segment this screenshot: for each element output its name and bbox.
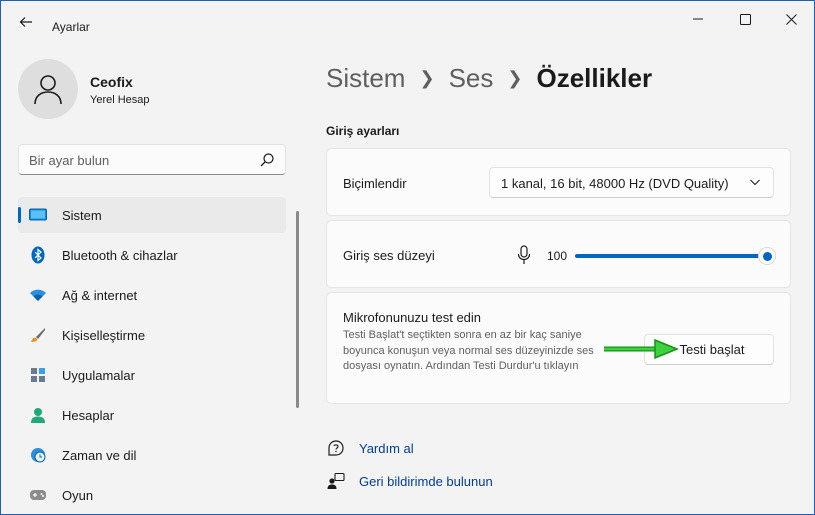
mic-test-card: Mikrofonunuzu test edin Testi Başlat't s…: [326, 292, 791, 404]
search-icon[interactable]: [259, 152, 275, 168]
feedback-icon: [326, 471, 346, 491]
gamepad-icon: [29, 486, 47, 504]
sidebar-item-bluetooth[interactable]: Bluetooth & cihazlar: [18, 237, 286, 273]
clock-globe-icon: [29, 446, 47, 464]
volume-slider-thumb[interactable]: [758, 247, 776, 265]
sidebar-item-label: Uygulamalar: [62, 368, 135, 383]
title-bar: Ayarlar: [1, 1, 814, 37]
feedback-link-label: Geri bildirimde bulunun: [359, 473, 493, 489]
brush-icon: [29, 326, 47, 344]
minimize-icon: [693, 18, 703, 20]
sidebar-item-label: Hesaplar: [62, 408, 115, 423]
avatar[interactable]: [18, 59, 78, 119]
format-card: Biçimlendir 1 kanal, 16 bit, 48000 Hz (D…: [326, 148, 791, 216]
sidebar-item-gaming[interactable]: Oyun: [18, 477, 286, 513]
sidebar-item-time-language[interactable]: Zaman ve dil: [18, 437, 286, 473]
search-input[interactable]: Bir ayar bulun: [18, 144, 286, 175]
sidebar-item-network[interactable]: Ağ & internet: [18, 277, 286, 313]
sidebar-nav: Sistem Bluetooth & cihazlar Ağ & interne…: [18, 197, 286, 515]
microphone-icon[interactable]: [517, 245, 531, 265]
sidebar-item-sistem[interactable]: Sistem: [18, 197, 286, 233]
chevron-right-icon: ❯: [507, 67, 523, 88]
format-label: Biçimlendir: [343, 176, 407, 191]
help-link-label: Yardım al: [359, 440, 414, 456]
breadcrumb: Sistem ❯ Ses ❯ Özellikler: [326, 61, 652, 95]
sidebar-item-apps[interactable]: Uygulamalar: [18, 357, 286, 393]
sidebar-item-accounts[interactable]: Hesaplar: [18, 397, 286, 433]
sidebar-item-label: Ağ & internet: [62, 288, 138, 303]
user-account-type: Yerel Hesap: [90, 94, 150, 106]
user-icon: [34, 75, 62, 105]
apps-icon: [29, 366, 47, 384]
sidebar-item-label: Oyun: [62, 488, 94, 503]
help-icon: [326, 438, 346, 458]
sidebar-item-label: Sistem: [62, 208, 102, 223]
volume-value: 100: [547, 249, 568, 263]
volume-slider-track[interactable]: [575, 254, 765, 258]
maximize-button[interactable]: [722, 7, 768, 31]
sidebar-item-label: Kişiselleştirme: [62, 328, 146, 343]
chevron-right-icon: ❯: [419, 67, 435, 88]
volume-label: Giriş ses düzeyi: [343, 248, 435, 263]
section-title: Giriş ayarları: [326, 124, 400, 138]
sidebar-item-personalization[interactable]: Kişiselleştirme: [18, 317, 286, 353]
search-placeholder: Bir ayar bulun: [29, 153, 110, 168]
settings-window: Ayarlar Ceofix Yerel Hesap Bir ayar bulu…: [0, 0, 815, 515]
maximize-icon: [739, 13, 751, 25]
account-icon: [29, 406, 47, 424]
sidebar-item-label: Bluetooth & cihazlar: [62, 248, 178, 263]
user-name: Ceofix: [90, 74, 133, 90]
breadcrumb-item-sistem[interactable]: Sistem: [326, 63, 405, 94]
back-button[interactable]: [12, 11, 40, 33]
format-dropdown[interactable]: 1 kanal, 16 bit, 48000 Hz (DVD Quality): [489, 167, 774, 198]
system-icon: [29, 206, 47, 224]
annotation-arrow-icon: [604, 338, 679, 360]
back-arrow-icon: [19, 17, 32, 27]
feedback-link[interactable]: Geri bildirimde bulunun: [326, 470, 493, 492]
wifi-icon: [29, 286, 47, 304]
sidebar-scrollbar[interactable]: [296, 211, 299, 408]
page-title: Özellikler: [536, 62, 653, 93]
sidebar-item-label: Zaman ve dil: [62, 448, 137, 463]
mic-test-title: Mikrofonunuzu test edin: [343, 310, 482, 325]
minimize-button[interactable]: [675, 7, 721, 31]
close-icon: [785, 13, 797, 25]
close-button[interactable]: [768, 7, 814, 31]
format-value: 1 kanal, 16 bit, 48000 Hz (DVD Quality): [501, 176, 729, 191]
chevron-down-icon: [750, 179, 760, 186]
mic-test-description: Testi Başlat't seçtikten sonra en az bir…: [343, 329, 594, 372]
app-title: Ayarlar: [52, 20, 90, 34]
bluetooth-icon: [29, 246, 47, 264]
breadcrumb-item-ses[interactable]: Ses: [449, 63, 494, 94]
help-link[interactable]: Yardım al: [326, 437, 414, 459]
volume-card: Giriş ses düzeyi 100: [326, 220, 791, 288]
